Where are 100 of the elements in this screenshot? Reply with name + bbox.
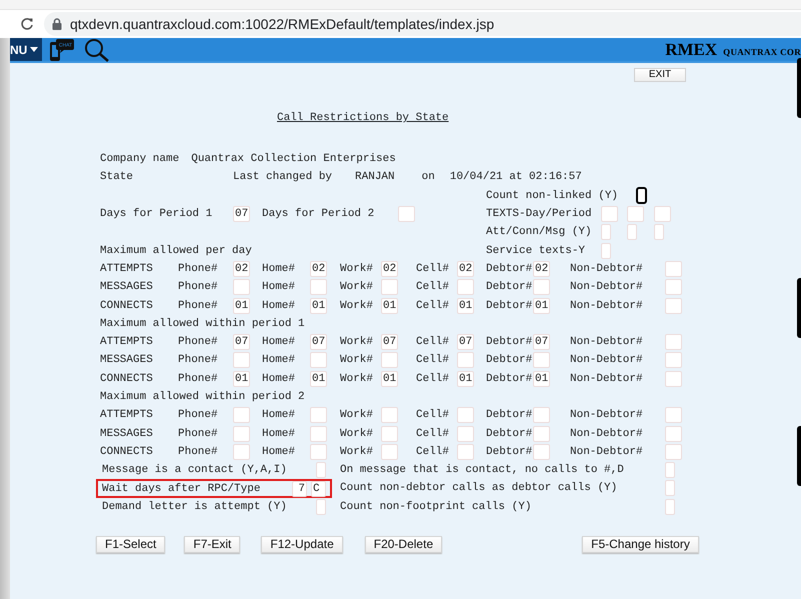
row-label: CONNECTS — [100, 300, 153, 312]
field-label: Phone# — [178, 262, 218, 275]
field-label: Cell# — [416, 354, 450, 366]
row-label: ATTEMPTS — [100, 409, 153, 422]
input-field[interactable]: 07 — [381, 334, 398, 350]
input-field[interactable]: 02 — [457, 260, 474, 277]
field-label: Debtor# — [486, 281, 532, 294]
menu-button[interactable]: NU — [10, 38, 42, 61]
input-field[interactable]: 01 — [233, 370, 250, 387]
row-label: MESSAGES — [100, 281, 153, 294]
field-label: Home# — [262, 336, 296, 348]
section-heading: Maximum allowed within period 1 — [100, 318, 305, 330]
timestamp: 10/04/21 at 02:16:57 — [450, 171, 582, 184]
input-field[interactable]: 07 — [533, 334, 550, 350]
field-label: Work# — [340, 300, 374, 312]
field-label: Work# — [340, 262, 374, 275]
input-field[interactable]: 02 — [233, 260, 250, 277]
field-label: Count non-linked (Y) — [486, 190, 618, 202]
input-field[interactable]: 07 — [233, 206, 250, 222]
field-label: Debtor# — [486, 336, 532, 348]
field-label: Non-Debtor# — [570, 281, 643, 294]
field-label: Debtor# — [486, 300, 532, 312]
input-field[interactable]: 01 — [533, 298, 550, 314]
lock-icon — [52, 18, 62, 30]
input-field[interactable]: 01 — [457, 370, 474, 387]
input-field[interactable]: 01 — [381, 370, 398, 387]
field-label: Cell# — [416, 428, 450, 440]
address-bar[interactable]: qtxdevn.quantraxcloud.com:10022/RMExDefault/templates/index.jsp — [44, 12, 801, 36]
input-field[interactable]: 02 — [310, 260, 327, 277]
input-field[interactable]: 01 — [381, 298, 398, 314]
field-label: Phone# — [178, 300, 218, 312]
field-label: Non-Debtor# — [570, 300, 643, 312]
input-field[interactable]: 01 — [457, 298, 474, 314]
function-key-button[interactable]: F5-Change history — [582, 536, 699, 553]
row-label: ATTEMPTS — [100, 336, 153, 348]
field-label: On message that is contact, no calls to #,D — [340, 464, 624, 476]
input-field[interactable]: 01 — [233, 298, 250, 314]
field-label: Non-Debtor# — [570, 262, 643, 275]
field-label: Non-Debtor# — [570, 409, 643, 422]
url-text: qtxdevn.quantraxcloud.com:10022/RMExDefault/templates/index.jsp — [70, 14, 494, 34]
field-label: Cell# — [416, 281, 450, 294]
field-label: Home# — [262, 300, 296, 312]
field-label: Home# — [262, 262, 296, 275]
search-icon[interactable] — [84, 38, 110, 62]
section-heading: Maximum allowed within period 2 — [100, 391, 305, 403]
field-label: Count non-debtor calls as debtor calls (Y) — [340, 482, 618, 494]
field-label: Count non-footprint calls (Y) — [340, 500, 532, 513]
field-label: Cell# — [416, 446, 450, 458]
field-label: Home# — [262, 409, 296, 422]
input-field[interactable]: 01 — [310, 370, 327, 387]
field-label: Home# — [262, 372, 296, 385]
field-label: Demand letter is attempt (Y) — [102, 500, 287, 513]
field-label: Phone# — [178, 446, 218, 458]
field-label: Phone# — [178, 281, 218, 294]
field-label: Work# — [340, 354, 374, 366]
field-label: Cell# — [416, 262, 450, 275]
field-label: Non-Debtor# — [570, 336, 643, 348]
reload-icon[interactable] — [20, 17, 34, 31]
field-label: Cell# — [416, 300, 450, 312]
field-label: Phone# — [178, 372, 218, 385]
function-key-button[interactable]: F20-Delete — [364, 536, 442, 553]
exit-button[interactable]: EXIT — [634, 68, 686, 82]
field-label: Message is a contact (Y,A,I) — [102, 464, 287, 476]
field-label: Company name — [100, 153, 180, 166]
field-label: Debtor# — [486, 372, 532, 385]
field-label: on — [422, 171, 435, 184]
field-label: Phone# — [178, 354, 218, 366]
input-field[interactable]: 01 — [533, 370, 550, 387]
field-label: Cell# — [416, 336, 450, 348]
input-field[interactable]: 07 — [457, 334, 474, 350]
field-label: Home# — [262, 446, 296, 458]
input-field[interactable]: 7 — [292, 480, 307, 496]
input-field[interactable]: 02 — [533, 260, 550, 277]
field-label: State — [100, 171, 134, 184]
field-label: Debtor# — [486, 354, 532, 366]
function-key-button[interactable]: F12-Update — [261, 536, 343, 553]
field-label: Non-Debtor# — [570, 428, 643, 440]
field-label: Last changed by — [233, 171, 332, 184]
field-label: Non-Debtor# — [570, 372, 643, 385]
function-key-button[interactable]: F7-Exit — [184, 536, 240, 553]
field-label: TEXTS-Day/Period — [486, 208, 592, 220]
input-field[interactable]: 07 — [310, 334, 327, 350]
field-label: Debtor# — [486, 446, 532, 458]
field-label: Days for Period 2 — [262, 208, 374, 220]
input-field[interactable]: C — [311, 480, 326, 496]
input-field[interactable]: 07 — [233, 334, 250, 350]
function-key-button[interactable]: F1-Select — [96, 536, 166, 553]
field-label: Home# — [262, 281, 296, 294]
field-label: Non-Debtor# — [570, 354, 643, 366]
field-label: Work# — [340, 446, 374, 458]
section-heading: Maximum allowed per day — [100, 244, 252, 257]
input-field[interactable]: 02 — [381, 260, 398, 277]
input-field[interactable]: 01 — [310, 298, 327, 314]
field-label: Cell# — [416, 409, 450, 422]
company-name: QUANTRAX COR — [723, 46, 801, 56]
input-field[interactable] — [636, 187, 647, 204]
field-label: Debtor# — [486, 409, 532, 422]
field-label: Home# — [262, 428, 296, 440]
row-label: MESSAGES — [100, 428, 153, 440]
field-label: Cell# — [416, 372, 450, 385]
